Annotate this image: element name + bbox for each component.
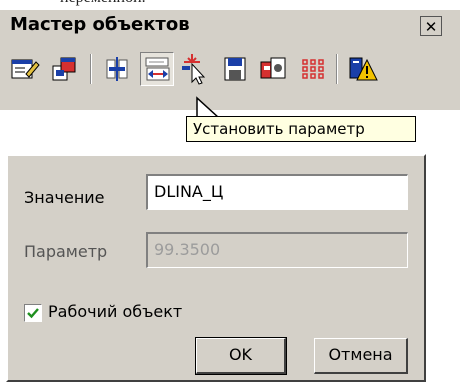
cancel-button[interactable]: Отмена [314,338,408,374]
set-parameter-icon [145,57,170,81]
select-object-button[interactable] [178,52,212,86]
work-object-label: Рабочий объект [48,302,183,321]
object-library-icon [260,57,286,79]
parameter-label: Параметр [24,242,108,261]
select-object-icon [182,54,206,85]
toolbar-separator [336,54,338,84]
edit-object-icon [11,59,40,79]
objects-wizard-toolbar: Мастер объектов ✕ [0,10,460,110]
value-input[interactable]: DLINA_Ц [146,174,408,210]
tooltip: Установить параметр [186,116,416,142]
parameter-dialog: Значение DLINA_Ц Параметр 99.3500 Рабочи… [6,154,426,382]
save-object-button[interactable] [218,52,252,86]
checkmark-icon [27,308,39,319]
warning-settings-icon [349,57,378,81]
work-object-checkbox[interactable] [24,304,42,322]
value-label: Значение [24,188,105,207]
toolbar-buttons [6,46,456,96]
object-library-button[interactable] [256,52,290,86]
set-parameter-button[interactable] [140,52,174,86]
warning-settings-button[interactable] [346,52,380,86]
grid-icon [302,59,324,79]
object-properties-button[interactable] [48,52,82,86]
toolbar-title: Мастер объектов [10,14,190,35]
object-properties-icon [52,57,76,81]
toolbar-separator [90,54,92,84]
edit-object-button[interactable] [8,52,42,86]
align-objects-button[interactable] [100,52,134,86]
ok-button[interactable]: OK [195,337,287,375]
parameter-input: 99.3500 [146,232,408,268]
grid-button[interactable] [296,52,330,86]
close-button[interactable]: ✕ [420,16,442,36]
align-objects-icon [106,57,128,81]
save-object-icon [224,57,246,81]
